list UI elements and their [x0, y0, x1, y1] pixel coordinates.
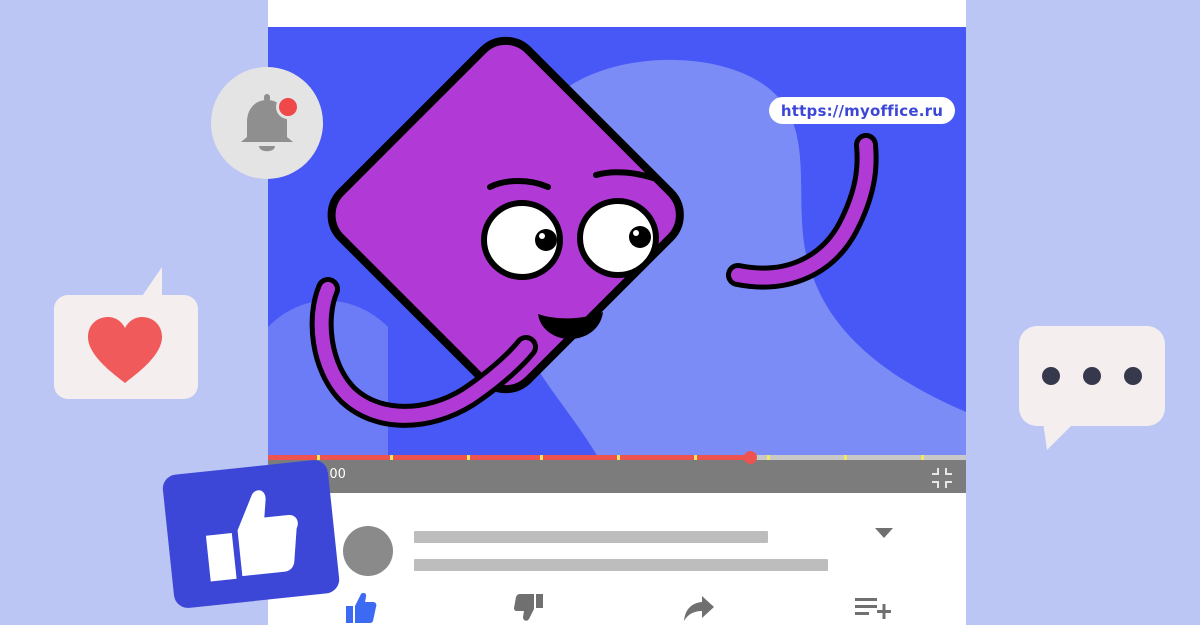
thumbs-up-icon[interactable]	[340, 590, 380, 625]
video-character-illustration	[268, 36, 966, 457]
progress-knob[interactable]	[743, 451, 757, 464]
chapter-marker	[920, 455, 924, 460]
illustration-stage: https://myoffice.ru :00	[0, 0, 1200, 625]
chapter-marker	[843, 455, 847, 460]
chapter-marker	[617, 455, 620, 460]
chapter-marker	[767, 455, 771, 460]
add-to-playlist-icon[interactable]	[852, 590, 892, 625]
chapter-marker	[390, 455, 394, 460]
progress-track[interactable]	[268, 451, 966, 464]
player-controls-bar	[268, 457, 966, 493]
url-label[interactable]: https://myoffice.ru	[769, 97, 955, 124]
thumbs-down-icon[interactable]	[509, 590, 549, 625]
channel-avatar[interactable]	[343, 526, 393, 576]
share-arrow-icon[interactable]	[680, 590, 720, 625]
ellipsis-speech-bubble-icon	[1019, 326, 1165, 450]
heart-speech-bubble-icon	[54, 267, 198, 399]
subtitle-placeholder-bar	[414, 559, 828, 571]
thumbs-up-badge-icon	[162, 460, 340, 608]
bell-icon	[211, 67, 323, 179]
title-placeholder-bar	[414, 531, 768, 543]
video-frame[interactable]	[268, 27, 966, 457]
chapter-marker	[466, 455, 470, 460]
chapter-marker	[693, 455, 697, 460]
chapter-marker	[540, 455, 544, 460]
chevron-down-icon[interactable]	[873, 526, 895, 540]
exit-fullscreen-icon[interactable]	[930, 466, 954, 490]
